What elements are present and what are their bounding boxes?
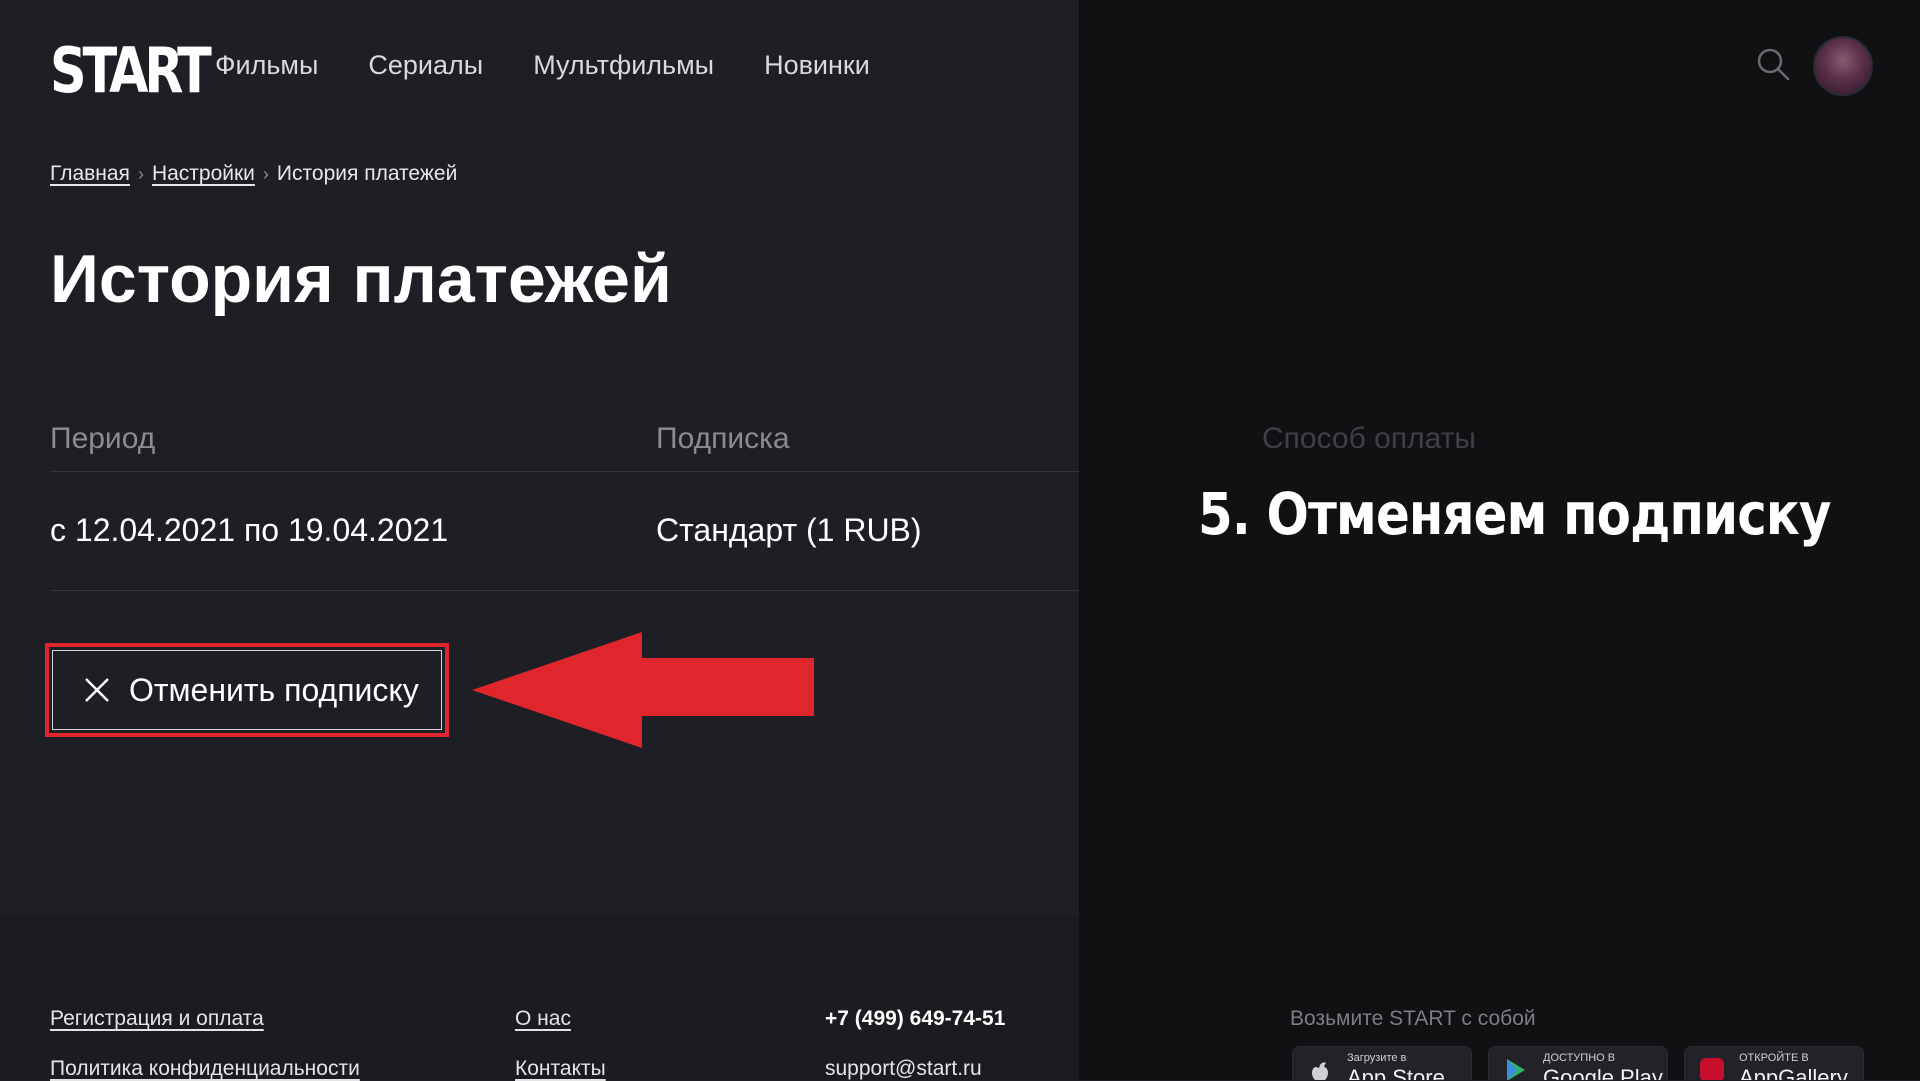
main-nav: Фильмы Сериалы Мультфильмы Новинки — [215, 50, 870, 81]
nav-item-cartoons[interactable]: Мультфильмы — [533, 50, 714, 81]
google-play-icon — [1507, 1059, 1525, 1080]
breadcrumb-home[interactable]: Главная — [50, 162, 130, 186]
row-subscription: Стандарт (1 RUB) — [656, 512, 922, 548]
page-title: История платежей — [50, 241, 672, 317]
footer-link-registration[interactable]: Регистрация и оплата — [50, 1007, 264, 1031]
search-icon[interactable] — [1756, 47, 1790, 81]
breadcrumb-separator: › — [262, 163, 269, 184]
badge-big-text: AppGallery — [1739, 1065, 1848, 1080]
badge-small-text: Загрузите в — [1347, 1052, 1407, 1064]
nav-item-new[interactable]: Новинки — [764, 50, 870, 81]
red-arrow-annotation — [472, 632, 814, 748]
footer-apps-title: Возьмите START с собой — [1290, 1007, 1536, 1030]
breadcrumb-current: История платежей — [276, 162, 458, 185]
footer-email[interactable]: support@start.ru — [825, 1057, 982, 1081]
cancel-subscription-button[interactable]: Отменить подписку — [52, 650, 442, 730]
badge-big-text: App Store — [1347, 1065, 1445, 1080]
google-play-badge[interactable]: ДОСТУПНО В Google Play — [1488, 1046, 1668, 1080]
footer-link-privacy[interactable]: Политика конфиденциальности — [50, 1057, 360, 1081]
breadcrumb: Главная › Настройки › История платежей — [50, 162, 457, 186]
nav-item-series[interactable]: Сериалы — [368, 50, 483, 81]
breadcrumb-settings[interactable]: Настройки — [152, 162, 255, 186]
footer-link-contacts[interactable]: Контакты — [515, 1057, 606, 1081]
column-header-period: Период — [50, 422, 156, 455]
apple-icon — [1312, 1062, 1328, 1080]
overlay-caption: 5. Отменяем подписку — [1198, 480, 1831, 548]
main-content-area — [0, 0, 1079, 916]
nav-item-films[interactable]: Фильмы — [215, 50, 318, 81]
cancel-button-highlight: Отменить подписку — [45, 643, 449, 737]
column-header-subscription: Подписка — [656, 422, 790, 455]
cancel-subscription-label: Отменить подписку — [129, 671, 419, 708]
table-divider — [50, 590, 1079, 591]
user-avatar[interactable] — [1813, 36, 1873, 96]
app-store-badge[interactable]: Загрузите в App Store — [1292, 1046, 1472, 1080]
row-period: с 12.04.2021 по 19.04.2021 — [50, 512, 449, 548]
badge-small-text: ДОСТУПНО В — [1543, 1052, 1616, 1064]
footer-phone[interactable]: +7 (499) 649-74-51 — [825, 1007, 1005, 1031]
close-icon — [85, 678, 109, 702]
table-divider — [50, 471, 1079, 472]
footer-link-about[interactable]: О нас — [515, 1007, 571, 1031]
footer — [0, 916, 1079, 1080]
badge-small-text: ОТКРОЙТЕ В — [1739, 1052, 1809, 1064]
appgallery-icon — [1700, 1058, 1724, 1080]
appgallery-badge[interactable]: ОТКРОЙТЕ В AppGallery — [1684, 1046, 1864, 1080]
badge-big-text: Google Play — [1543, 1065, 1663, 1080]
column-header-payment-method: Способ оплаты — [1262, 422, 1476, 455]
breadcrumb-separator: › — [137, 163, 144, 184]
start-logo[interactable]: START — [50, 34, 212, 107]
dimmed-overlay-area — [1079, 0, 1920, 916]
